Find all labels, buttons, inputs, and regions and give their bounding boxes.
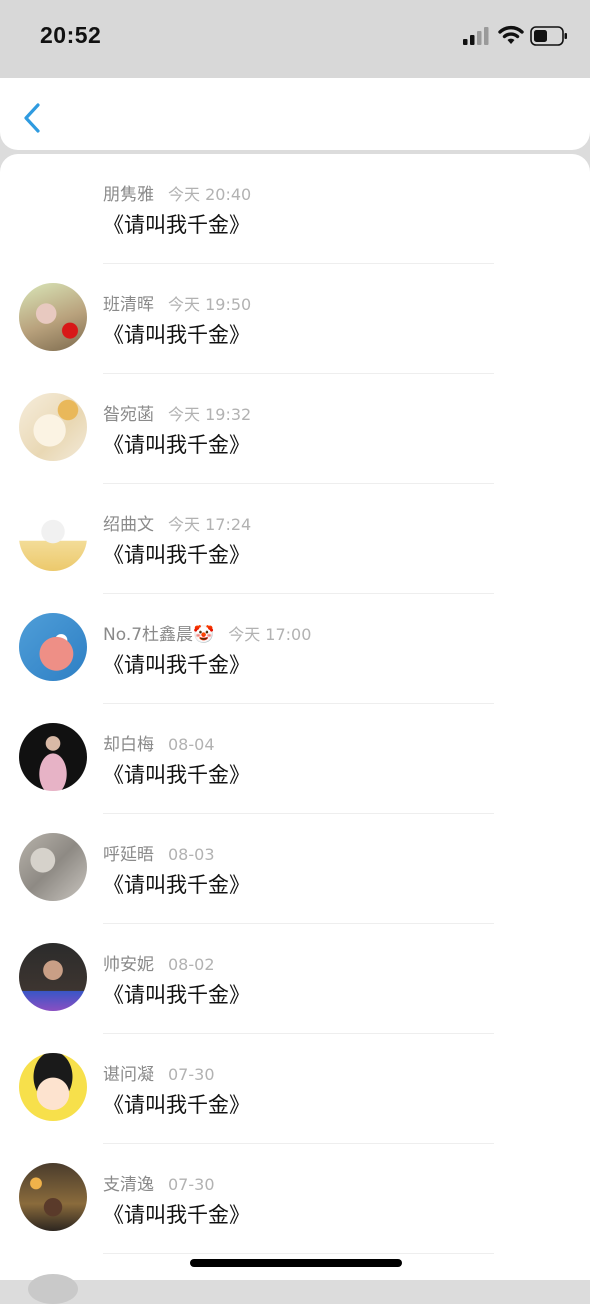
- message-text: 《请叫我千金》: [103, 433, 250, 457]
- message-text: 《请叫我千金》: [103, 763, 250, 787]
- avatar[interactable]: [19, 613, 87, 681]
- list-item[interactable]: 绍曲文 今天 17:24 《请叫我千金》: [0, 484, 590, 594]
- status-time: 20:52: [40, 22, 102, 48]
- list-item[interactable]: 谌问凝 07-30 《请叫我千金》: [0, 1034, 590, 1144]
- avatar[interactable]: [19, 283, 87, 351]
- item-meta: 班清晖 今天 19:50: [103, 290, 251, 315]
- sender-name: 却白梅: [103, 735, 154, 755]
- list-item[interactable]: 昝宛菡 今天 19:32 《请叫我千金》: [0, 374, 590, 484]
- item-meta: No.7杜鑫晨🤡 今天 17:00: [103, 620, 311, 645]
- sender-name: 绍曲文: [103, 515, 154, 535]
- sender-name: 呼延晤: [103, 845, 154, 865]
- item-meta: 帅安妮 08-02: [103, 950, 215, 975]
- avatar[interactable]: [19, 943, 87, 1011]
- message-time: 今天 17:00: [228, 625, 312, 644]
- item-meta: 呼延晤 08-03: [103, 840, 215, 865]
- message-time: 08-02: [168, 955, 215, 974]
- message-time: 今天 20:40: [168, 185, 252, 204]
- status-bar: 20:52: [0, 0, 590, 78]
- message-text: 《请叫我千金》: [103, 653, 250, 677]
- list-item[interactable]: 呼延晤 08-03 《请叫我千金》: [0, 814, 590, 924]
- avatar[interactable]: [19, 833, 87, 901]
- avatar[interactable]: [19, 1163, 87, 1231]
- message-time: 今天 17:24: [168, 515, 252, 534]
- chevron-left-icon[interactable]: [18, 98, 48, 138]
- list-item[interactable]: 朋隽雅 今天 20:40 《请叫我千金》: [0, 154, 590, 264]
- item-meta: 谌问凝 07-30: [103, 1060, 215, 1085]
- message-time: 今天 19:50: [168, 295, 252, 314]
- sender-name: 昝宛菡: [103, 405, 154, 425]
- sender-name: 谌问凝: [103, 1065, 154, 1085]
- message-time: 07-30: [168, 1175, 215, 1194]
- message-time: 今天 19:32: [168, 405, 252, 424]
- item-meta: 昝宛菡 今天 19:32: [103, 400, 251, 425]
- item-meta: 朋隽雅 今天 20:40: [103, 180, 251, 205]
- message-time: 08-04: [168, 735, 215, 754]
- sender-name: 朋隽雅: [103, 185, 154, 205]
- avatar[interactable]: [19, 723, 87, 791]
- avatar: [28, 1274, 78, 1304]
- list-item[interactable]: No.7杜鑫晨🤡 今天 17:00 《请叫我千金》: [0, 594, 590, 704]
- avatar[interactable]: [19, 503, 87, 571]
- message-list: 朋隽雅 今天 20:40 《请叫我千金》 班清晖 今天 19:50 《请叫我千金》 …: [0, 154, 590, 1280]
- message-text: 《请叫我千金》: [103, 323, 250, 347]
- message-text: 《请叫我千金》: [103, 1203, 250, 1227]
- item-meta: 绍曲文 今天 17:24: [103, 510, 251, 535]
- sender-name: 支清逸: [103, 1175, 154, 1195]
- sender-name: No.7杜鑫晨🤡: [103, 625, 215, 645]
- nav-bar: [0, 78, 590, 150]
- item-meta: 却白梅 08-04: [103, 730, 215, 755]
- list-item[interactable]: 支清逸 07-30 《请叫我千金》: [0, 1144, 590, 1254]
- list-item[interactable]: 帅安妮 08-02 《请叫我千金》: [0, 924, 590, 1034]
- cellular-signal-icon: [463, 27, 489, 45]
- item-meta: 支清逸 07-30: [103, 1170, 215, 1195]
- divider: [103, 1253, 494, 1254]
- message-time: 07-30: [168, 1065, 215, 1084]
- avatar[interactable]: [19, 393, 87, 461]
- message-text: 《请叫我千金》: [103, 1093, 250, 1117]
- message-text: 《请叫我千金》: [103, 543, 250, 567]
- message-time: 08-03: [168, 845, 215, 864]
- sender-name: 班清晖: [103, 295, 154, 315]
- sender-name: 帅安妮: [103, 955, 154, 975]
- battery-icon: [530, 26, 567, 46]
- home-indicator[interactable]: [190, 1259, 402, 1267]
- message-text: 《请叫我千金》: [103, 873, 250, 897]
- avatar[interactable]: [19, 1053, 87, 1121]
- message-text: 《请叫我千金》: [103, 213, 250, 237]
- list-item[interactable]: 却白梅 08-04 《请叫我千金》: [0, 704, 590, 814]
- message-text: 《请叫我千金》: [103, 983, 250, 1007]
- wifi-icon: [498, 25, 524, 44]
- list-item[interactable]: 班清晖 今天 19:50 《请叫我千金》: [0, 264, 590, 374]
